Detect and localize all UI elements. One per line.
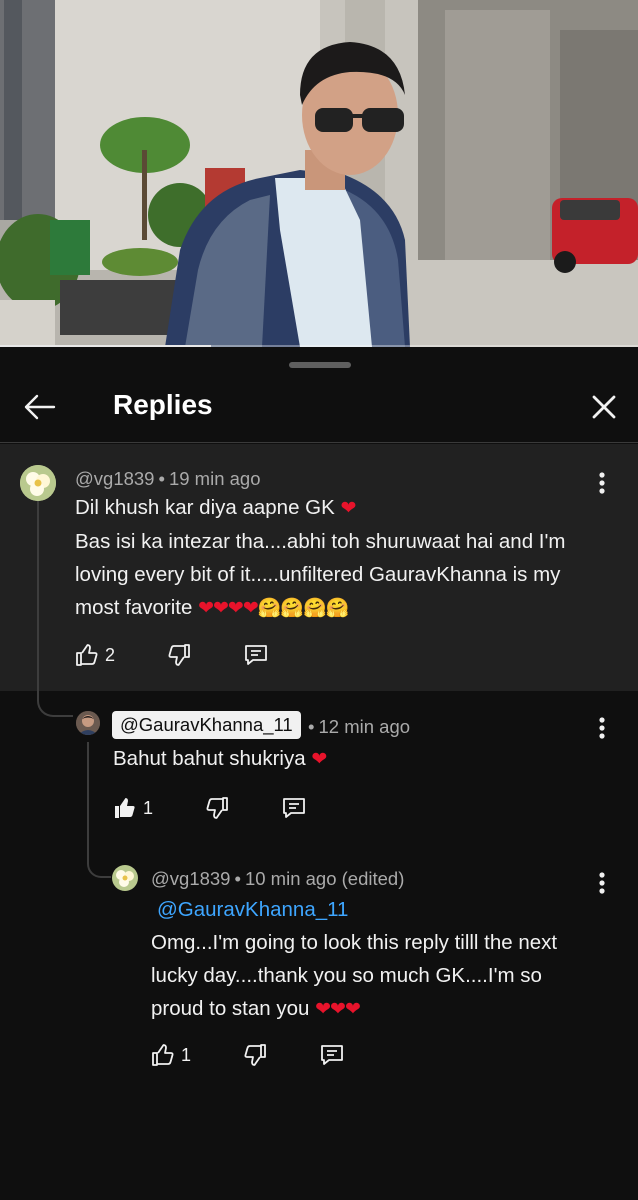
- comment-author[interactable]: @vg1839: [75, 468, 154, 489]
- comment-time: 12 min ago: [318, 716, 411, 737]
- heart-emoji: ❤❤❤: [315, 999, 361, 1020]
- reply-comment-icon: [283, 798, 305, 818]
- thread-line: [37, 501, 39, 699]
- more-options-button[interactable]: [588, 710, 616, 746]
- comment-text-line: Dil khush kar diya aapne GK: [75, 496, 335, 519]
- like-button[interactable]: 2: [75, 643, 115, 667]
- thumb-up-filled-icon: [115, 798, 135, 818]
- like-button[interactable]: 1: [113, 796, 153, 820]
- comment-time: 19 min ago: [168, 468, 261, 489]
- close-button[interactable]: [584, 387, 624, 427]
- avatar[interactable]: [20, 465, 56, 501]
- comment-time: 10 min ago (edited): [244, 868, 405, 889]
- reply-button[interactable]: [243, 643, 269, 667]
- comment-text-line: loving every bit of it.....unfiltered Ga…: [75, 563, 561, 586]
- heart-emoji: ❤: [311, 749, 327, 770]
- avatar[interactable]: [112, 865, 138, 891]
- creator-author-chip[interactable]: @GauravKhanna_11: [112, 711, 301, 739]
- thumb-up-icon: [76, 644, 98, 666]
- sheet-header: Replies: [0, 375, 638, 443]
- thread-line: [87, 742, 89, 857]
- like-count: 2: [105, 644, 116, 665]
- dislike-button[interactable]: [167, 643, 191, 667]
- reply-button[interactable]: [319, 1043, 345, 1067]
- video-frame-image: [0, 0, 638, 347]
- sheet-title: Replies: [113, 389, 213, 420]
- thumb-up-icon: [152, 1044, 174, 1066]
- like-button[interactable]: 1: [151, 1043, 191, 1067]
- comment-meta: • 12 min ago: [308, 716, 411, 737]
- arrow-left-icon: [24, 394, 56, 420]
- comment-author[interactable]: @vg1839: [151, 868, 230, 889]
- thumb-down-icon: [244, 1044, 266, 1066]
- dislike-button[interactable]: [243, 1043, 267, 1067]
- thread-connector: [37, 690, 73, 717]
- comment-actions: 1: [151, 1037, 345, 1073]
- comment-actions: 2: [75, 637, 269, 673]
- more-vert-icon: [599, 872, 605, 894]
- creator-avatar-icon: [76, 711, 100, 735]
- thumb-down-icon: [206, 797, 228, 819]
- heart-emoji: ❤: [340, 498, 357, 519]
- comment-text-line: lucky day....thank you so much GK....I'm…: [151, 964, 542, 987]
- close-icon: [592, 395, 616, 419]
- thumb-down-icon: [168, 644, 190, 666]
- back-button[interactable]: [20, 387, 60, 427]
- reply-comment-icon: [245, 645, 267, 665]
- reply-button[interactable]: [281, 796, 307, 820]
- comment-meta: @vg1839 • 19 min ago: [75, 468, 261, 489]
- comment-body: Dil khush kar diya aapne GK ❤ Bas isi ka…: [75, 491, 615, 625]
- comment-body: @GauravKhanna_11 Omg...I'm going to look…: [151, 893, 611, 1026]
- video-player[interactable]: [0, 0, 638, 347]
- comment-text-line: proud to stan you: [151, 997, 310, 1020]
- flower-avatar-icon: [20, 465, 56, 501]
- emoji-run: ❤❤❤❤🤗🤗🤗🤗: [198, 598, 349, 619]
- avatar[interactable]: [76, 711, 100, 735]
- comment-actions: 1: [113, 790, 307, 826]
- comment-text-line: Bahut bahut shukriya: [113, 747, 306, 770]
- comment-text-line: Bas isi ka intezar tha....abhi toh shuru…: [75, 530, 566, 553]
- header-divider: [0, 442, 638, 443]
- like-count: 1: [143, 797, 154, 818]
- drag-handle[interactable]: [289, 362, 351, 368]
- flower-avatar-icon: [112, 865, 138, 891]
- comment-text-line: Omg...I'm going to look this reply tilll…: [151, 931, 558, 954]
- thread-connector: [87, 850, 111, 878]
- comment-body: Bahut bahut shukriya ❤: [113, 742, 593, 776]
- more-vert-icon: [599, 717, 605, 739]
- like-count: 1: [181, 1044, 192, 1065]
- dislike-button[interactable]: [205, 796, 229, 820]
- comment-text-line: most favorite: [75, 596, 193, 619]
- mention-link[interactable]: @GauravKhanna_11: [157, 898, 348, 921]
- comment-meta: @vg1839 • 10 min ago (edited): [151, 868, 405, 889]
- reply-comment-icon: [321, 1045, 343, 1065]
